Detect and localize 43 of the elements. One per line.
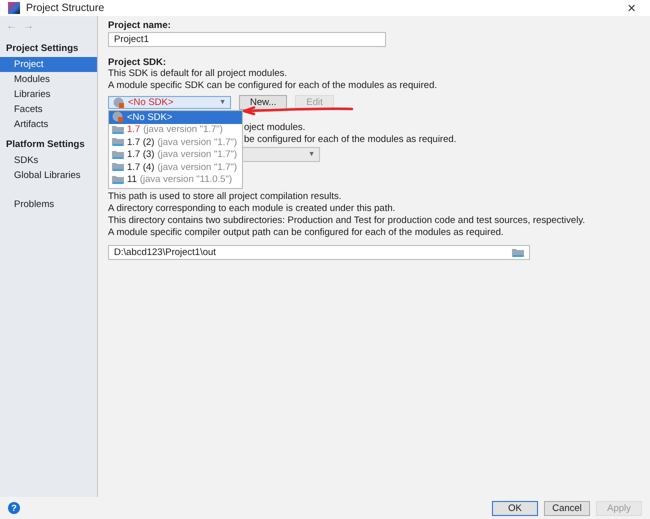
field-label: Project name: <box>108 20 172 31</box>
app-logo-icon <box>8 2 20 14</box>
sidebar-heading: Platform Settings <box>5 138 86 152</box>
description-text: be configured for each of the modules as required. <box>244 134 456 145</box>
sidebar-item[interactable]: SDKs <box>0 153 97 168</box>
globe-warning-icon <box>112 111 124 124</box>
dropdown-option[interactable]: 1.7 (4) (java version "1.7") <box>109 161 242 174</box>
folder-icon <box>512 248 524 258</box>
description-text: This path is used to store all project compilation results. <box>108 191 342 203</box>
description-text: A module specific compiler output path can be configured for each of the modules as required. <box>108 227 505 239</box>
output-path-field[interactable]: D:\abcd123\Project1\out <box>108 245 530 260</box>
sidebar-item[interactable]: Problems <box>0 197 97 212</box>
globe-warning-icon <box>113 96 125 108</box>
sidebar-item[interactable]: Modules <box>0 72 97 87</box>
sidebar-heading: Project Settings <box>5 42 80 56</box>
new-button[interactable]: New... <box>239 95 288 110</box>
folder-icon <box>112 137 124 148</box>
description-text: A directory corresponding to each module is created under this path. <box>108 203 396 215</box>
folder-icon <box>112 162 124 172</box>
ok-button[interactable]: OK <box>492 500 538 516</box>
dropdown-option[interactable]: <No SDK> <box>109 111 242 124</box>
help-button[interactable]: ? <box>8 502 20 514</box>
close-button[interactable]: ✕ <box>621 2 642 14</box>
project-name-field[interactable]: Project1 <box>108 32 386 47</box>
description-text: This directory contains two subdirectories: Production and Test for production code and test sources, respectively. <box>108 215 586 227</box>
sidebar-item[interactable]: Libraries <box>0 87 97 102</box>
folder-icon <box>112 124 124 135</box>
dropdown-option[interactable]: 11 (java version "11.0.5") <box>109 174 242 186</box>
folder-icon <box>112 174 124 185</box>
description-text: oject modules. <box>244 122 306 133</box>
sidebar-item[interactable]: Artifacts <box>0 117 97 132</box>
folder-icon <box>112 150 124 160</box>
sidebar-item[interactable]: Facets <box>0 102 97 117</box>
dropdown-option[interactable]: 1.7 (2) (java version "1.7") <box>109 136 242 148</box>
window-title: Project Structure <box>26 2 106 14</box>
description-text: A module specific SDK can be configured for each of the modules as required. <box>108 80 438 92</box>
dropdown-option[interactable]: 1.7 (3) (java version "1.7") <box>109 148 242 161</box>
sidebar-item[interactable]: Project <box>0 57 97 72</box>
sidebar-item[interactable]: Global Libraries <box>0 168 97 183</box>
dropdown-option[interactable]: 1.7 (java version "1.7") <box>109 124 242 136</box>
cancel-button[interactable]: Cancel <box>544 500 590 516</box>
section-heading: Project SDK: <box>108 57 168 68</box>
description-text: This SDK is default for all project modules. <box>108 68 288 80</box>
